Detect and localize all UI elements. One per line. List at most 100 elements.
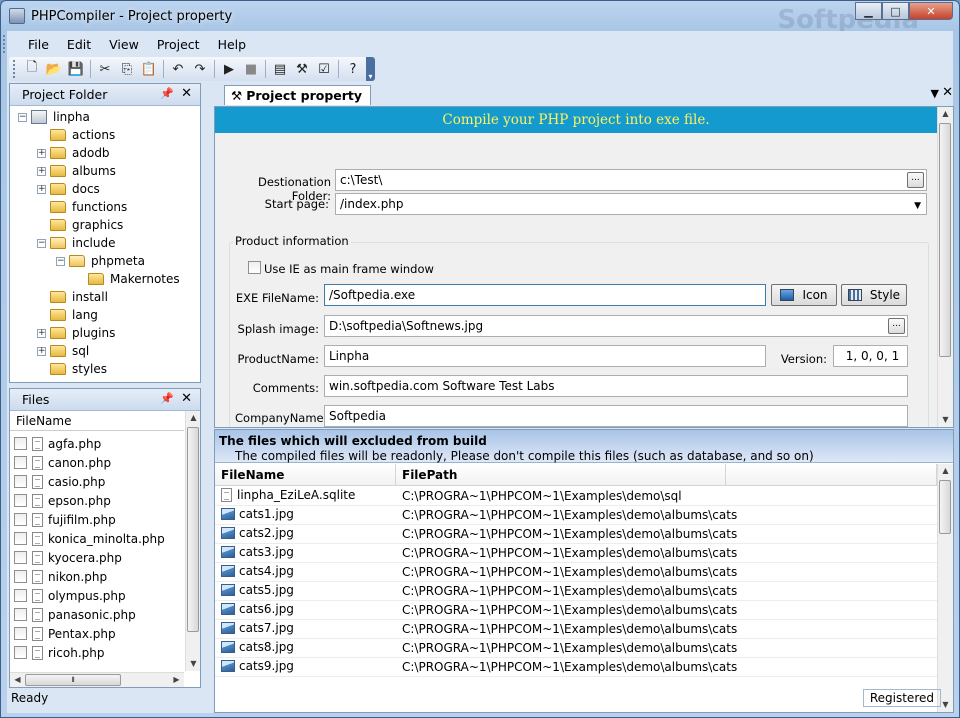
build-icon[interactable]: ⚒ [291,58,313,80]
file-checkbox[interactable] [14,456,27,469]
collapse-icon[interactable]: − [37,238,46,248]
close-window-button[interactable]: ✕ [909,2,953,20]
scroll-up-icon[interactable]: ▲ [938,464,953,478]
menu-file[interactable]: File [19,37,58,52]
comments-field[interactable]: win.softpedia.com Software Test Labs [324,375,908,397]
save-icon[interactable]: 💾 [65,58,87,80]
start-page-select[interactable]: /index.php ▼ [335,193,927,215]
table-row[interactable]: cats5.jpg C:\PROGRA~1\PHPCOM~1\Examples\d… [215,582,937,601]
browse-button[interactable]: ... [907,172,924,188]
tree-item[interactable]: styles [37,360,107,378]
file-checkbox[interactable] [14,589,27,602]
toolbar-grip[interactable] [13,60,16,78]
list-item[interactable]: ricoh.php [14,643,104,662]
tree-item[interactable]: + docs [37,180,100,198]
form-vertical-scrollbar[interactable]: ▲ ▼ [937,107,953,427]
properties-icon[interactable]: ▤ [269,58,291,80]
tree-item[interactable]: functions [37,198,127,216]
use-ie-checkbox[interactable] [248,261,261,274]
list-item[interactable]: epson.php [14,491,111,510]
scroll-down-icon[interactable]: ▼ [186,657,201,671]
tree-item[interactable]: Makernotes [75,270,180,288]
list-item[interactable]: konica_minolta.php [14,529,165,548]
table-row[interactable]: cats8.jpg C:\PROGRA~1\PHPCOM~1\Examples\d… [215,639,937,658]
scroll-thumb[interactable] [187,427,199,632]
tree-item[interactable]: + adodb [37,144,110,162]
column-header-filename[interactable]: FileName [215,464,396,486]
stop-icon[interactable]: ■ [240,58,262,80]
version-field[interactable]: 1, 0, 0, 1 [833,345,908,367]
scroll-up-icon[interactable]: ▲ [186,411,201,425]
file-checkbox[interactable] [14,551,27,564]
tree-item[interactable]: actions [37,126,115,144]
cut-icon[interactable]: ✂ [94,58,116,80]
file-checkbox[interactable] [14,627,27,640]
list-item[interactable]: canon.php [14,453,111,472]
new-icon[interactable]: 🗋 [21,58,43,80]
list-item[interactable]: casio.php [14,472,105,491]
file-checkbox[interactable] [14,570,27,583]
close-icon[interactable]: ✕ [181,86,192,101]
menu-project[interactable]: Project [148,37,209,52]
files-vertical-scrollbar[interactable]: ▲ ▼ [185,411,200,671]
scroll-up-icon[interactable]: ▲ [938,107,953,121]
list-item[interactable]: agfa.php [14,434,101,453]
help-icon[interactable]: ? [342,58,364,80]
table-row[interactable]: cats4.jpg C:\PROGRA~1\PHPCOM~1\Examples\d… [215,563,937,582]
file-checkbox[interactable] [14,532,27,545]
list-item[interactable]: panasonic.php [14,605,136,624]
open-icon[interactable]: 📂 [43,58,65,80]
expand-icon[interactable]: + [37,148,46,158]
pin-icon[interactable]: 📌 [160,392,174,405]
excluded-vertical-scrollbar[interactable]: ▲ ▼ [937,464,953,712]
close-icon[interactable]: ✕ [181,391,192,406]
scroll-right-icon[interactable]: ▶ [169,673,184,687]
redo-icon[interactable]: ↷ [189,58,211,80]
file-checkbox[interactable] [14,475,27,488]
file-checkbox[interactable] [14,646,27,659]
list-item[interactable]: nikon.php [14,567,107,586]
scroll-thumb[interactable] [939,480,951,534]
paste-icon[interactable]: 📋 [138,58,160,80]
icon-button[interactable]: Icon [771,284,837,306]
table-row[interactable]: cats1.jpg C:\PROGRA~1\PHPCOM~1\Examples\d… [215,506,937,525]
tree-item[interactable]: + plugins [37,324,115,342]
hscroll-thumb[interactable]: ⦀ [25,674,121,686]
scroll-left-icon[interactable]: ◀ [10,673,25,687]
copy-icon[interactable]: ⎘ [116,58,138,80]
splash-image-field[interactable]: D:\softpedia\Softnews.jpg ... [324,315,908,337]
expand-icon[interactable]: + [37,166,46,176]
exe-filename-field[interactable]: /Softpedia.exe [324,284,766,306]
scroll-down-icon[interactable]: ▼ [938,413,953,427]
run-icon[interactable]: ▶ [218,58,240,80]
menu-grip[interactable] [3,35,6,53]
menu-view[interactable]: View [100,37,148,52]
column-header-filepath[interactable]: FilePath [396,464,726,486]
list-item[interactable]: fujifilm.php [14,510,116,529]
checklist-icon[interactable]: ☑ [313,58,335,80]
file-checkbox[interactable] [14,513,27,526]
tree-item[interactable]: − linpha [18,108,90,126]
tree-item[interactable]: install [37,288,108,306]
destination-field[interactable]: c:\Test\ ... [335,169,927,191]
file-checkbox[interactable] [14,437,27,450]
tree-item[interactable]: + albums [37,162,116,180]
menu-help[interactable]: Help [209,37,256,52]
chevron-down-icon[interactable]: ▼ [914,196,921,214]
style-button[interactable]: Style [841,284,907,306]
table-row[interactable]: cats7.jpg C:\PROGRA~1\PHPCOM~1\Examples\d… [215,620,937,639]
expand-icon[interactable]: + [37,346,46,356]
table-row[interactable]: cats9.jpg C:\PROGRA~1\PHPCOM~1\Examples\d… [215,658,937,677]
column-header-filename[interactable]: FileName [10,411,184,431]
toolbar-overflow-button[interactable]: ▾ [366,57,375,81]
maximize-button[interactable]: □ [882,2,909,20]
table-row[interactable]: cats3.jpg C:\PROGRA~1\PHPCOM~1\Examples\d… [215,544,937,563]
minimize-button[interactable]: ▁ [855,2,882,20]
table-row[interactable]: cats6.jpg C:\PROGRA~1\PHPCOM~1\Examples\d… [215,601,937,620]
product-name-field[interactable]: Linpha [324,345,766,367]
expand-icon[interactable]: + [37,184,46,194]
close-tab-icon[interactable]: ✕ [942,85,953,100]
file-checkbox[interactable] [14,608,27,621]
pin-icon[interactable]: 📌 [160,87,174,100]
company-name-field[interactable]: Softpedia [324,405,908,427]
